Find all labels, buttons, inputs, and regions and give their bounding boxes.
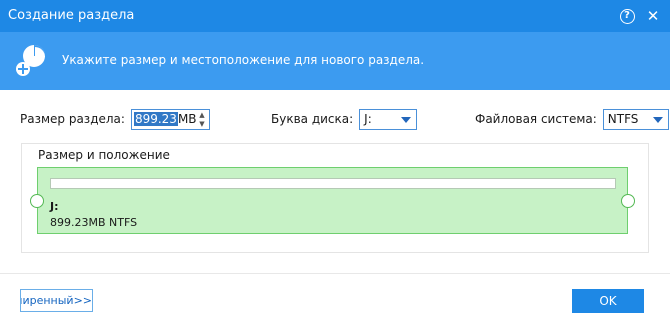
file-system-select[interactable]: NTFS [602, 108, 669, 130]
size-spinner: ▲ ▼ [197, 111, 207, 128]
title-bar: Создание раздела ? ✕ [0, 0, 670, 32]
group-title: Размер и положение [38, 148, 170, 162]
ok-button[interactable]: OK [572, 289, 644, 313]
partition-letter: J: [50, 200, 59, 213]
spin-up-icon[interactable]: ▲ [199, 111, 204, 119]
size-value: 899.23 [133, 112, 178, 126]
close-button[interactable]: ✕ [642, 5, 664, 27]
file-system-value: NTFS [607, 112, 639, 126]
drive-letter-select[interactable]: J: [359, 108, 418, 130]
size-position-group: Размер и положение J: 899.23MB NTFS [21, 143, 649, 253]
advanced-button[interactable]: асширенный>> [20, 289, 93, 312]
banner-text: Укажите размер и местоположение для ново… [62, 53, 425, 67]
chevron-down-icon [652, 116, 663, 123]
drive-letter-value: J: [364, 112, 372, 126]
close-icon: ✕ [646, 7, 660, 25]
spin-down-icon[interactable]: ▼ [199, 120, 204, 128]
fs-row: Файловая система: NTFS [475, 108, 669, 130]
partition-add-icon [16, 45, 45, 76]
drive-row: Буква диска: J: [271, 108, 418, 130]
advanced-button-label: асширенный>> [21, 294, 92, 307]
partition-usage-bar [50, 178, 616, 189]
size-label: Размер раздела: [20, 112, 125, 126]
size-input[interactable]: 899.23 MB ▲ ▼ [130, 108, 210, 130]
partition-block[interactable]: J: 899.23MB NTFS [30, 167, 635, 234]
help-icon: ? [619, 8, 635, 24]
fs-label: Файловая система: [475, 112, 597, 126]
resize-handle-right[interactable] [621, 194, 635, 208]
help-button[interactable]: ? [616, 5, 638, 27]
size-row: Размер раздела: 899.23 MB ▲ ▼ [20, 108, 210, 130]
info-banner: Укажите размер и местоположение для ново… [0, 32, 670, 90]
size-unit: MB [177, 112, 197, 126]
footer-divider [0, 273, 670, 274]
partition-info: 899.23MB NTFS [50, 216, 138, 229]
chevron-down-icon [401, 116, 412, 123]
window-title: Создание раздела [8, 8, 135, 23]
drive-label: Буква диска: [271, 112, 354, 126]
resize-handle-left[interactable] [30, 194, 44, 208]
